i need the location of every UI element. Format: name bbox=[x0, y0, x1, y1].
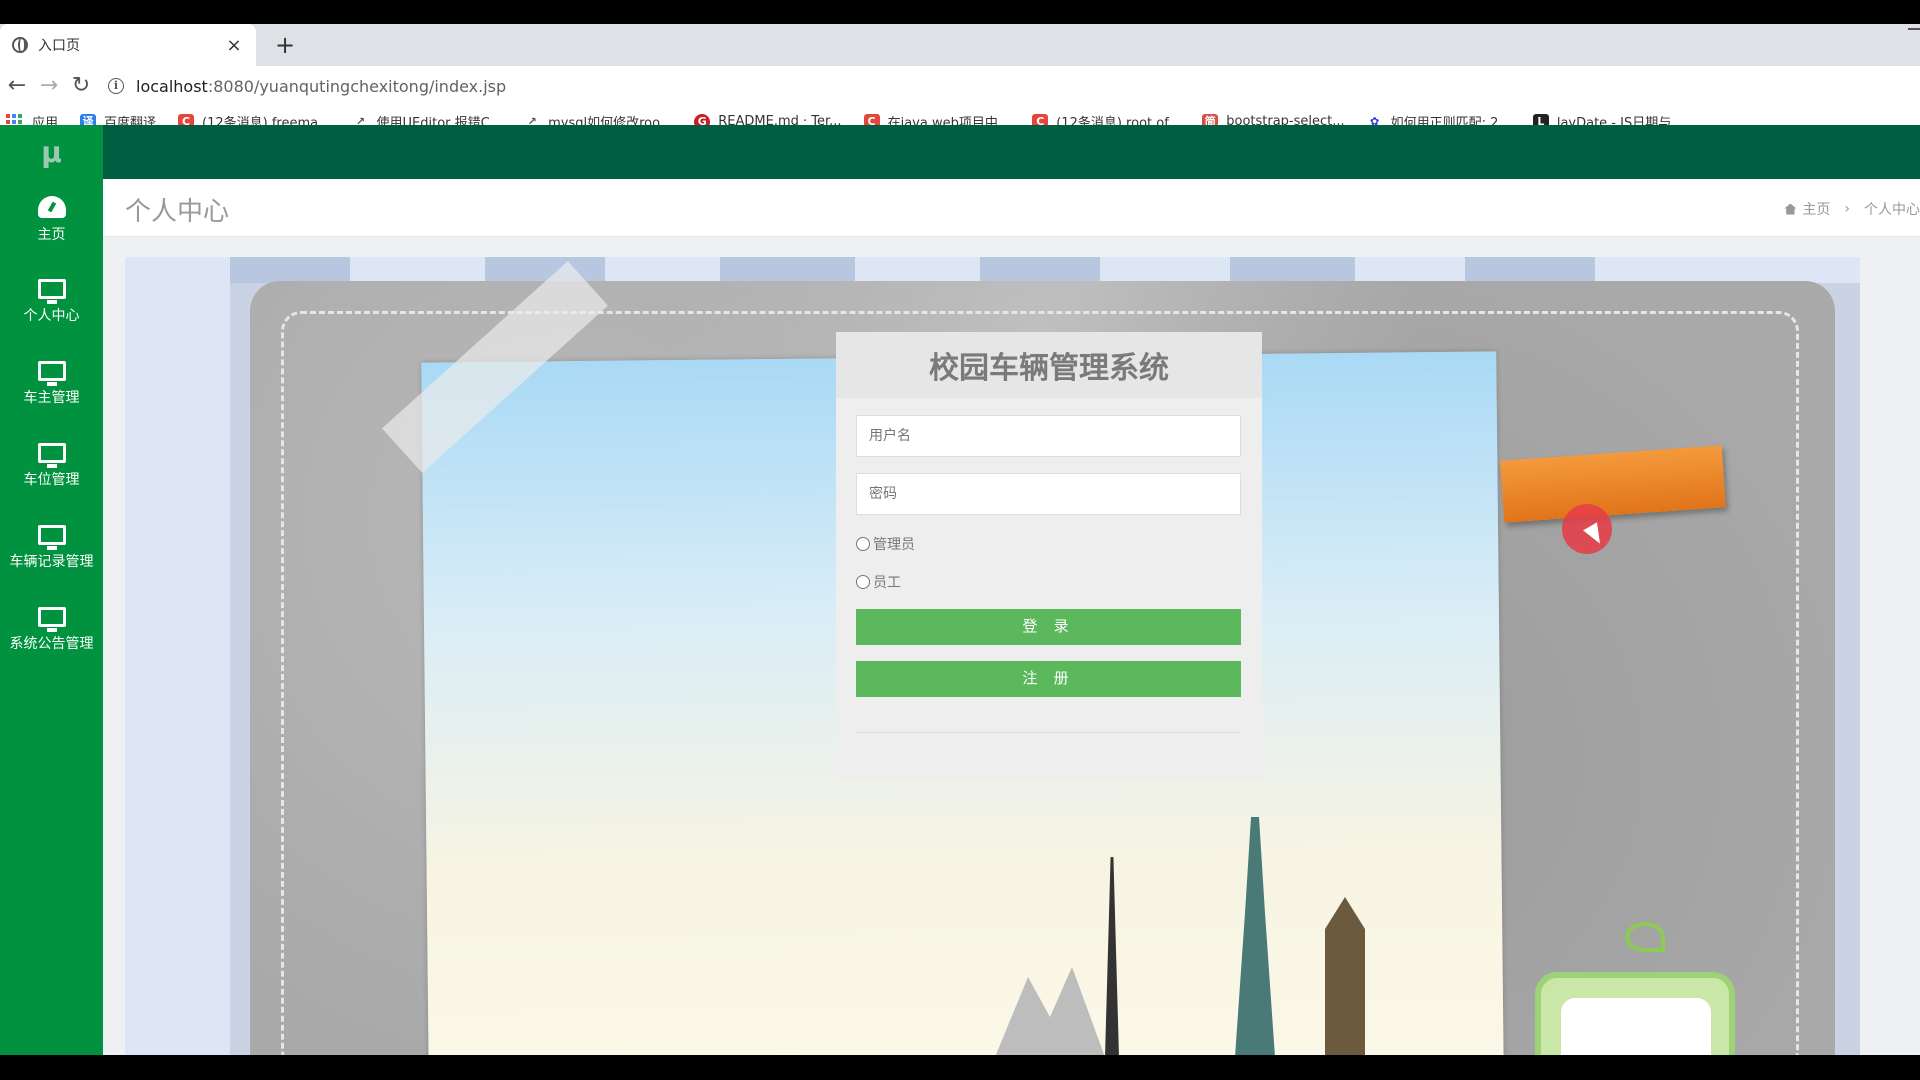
url-host: localhost bbox=[136, 76, 208, 96]
badge-inner bbox=[1561, 998, 1711, 1055]
globe-icon bbox=[12, 37, 28, 53]
monitor-icon bbox=[37, 525, 66, 550]
app-logo: μ bbox=[0, 125, 103, 179]
breadcrumb: 主页 › 个人中心 bbox=[1784, 199, 1920, 219]
login-panel: 校园车辆管理系统 管理员 员工 登 录 注 册 bbox=[836, 332, 1262, 780]
reload-button[interactable]: ↻ bbox=[66, 71, 96, 101]
sidebar-item-announcements[interactable]: 系统公告管理 bbox=[0, 589, 103, 671]
stripe-decoration bbox=[1465, 257, 1595, 283]
edu-badge-image bbox=[1535, 972, 1735, 1055]
username-input[interactable] bbox=[856, 415, 1241, 457]
stripe-decoration bbox=[980, 257, 1100, 283]
breadcrumb-separator: › bbox=[1844, 201, 1850, 217]
sprout-icon bbox=[1625, 922, 1665, 952]
tab-title: 入口页 bbox=[38, 38, 80, 54]
home-icon bbox=[1784, 203, 1797, 215]
sidebar-item-owners[interactable]: 车主管理 bbox=[0, 343, 103, 425]
statue-shape bbox=[1235, 817, 1275, 1055]
stripe-decoration bbox=[1230, 257, 1355, 283]
role-admin-radio[interactable] bbox=[856, 537, 870, 551]
sidebar-item-label: 车位管理 bbox=[23, 472, 80, 488]
sidebar-item-label: 主页 bbox=[37, 227, 66, 243]
browser-tab[interactable]: 入口页 × bbox=[0, 24, 256, 66]
content-header: 个人中心 主页 › 个人中心 bbox=[103, 179, 1920, 237]
monitor-icon bbox=[37, 279, 66, 304]
sidebar-item-vehicle-records[interactable]: 车辆记录管理 bbox=[0, 507, 103, 589]
monitor-icon bbox=[37, 607, 66, 632]
app-topbar bbox=[0, 125, 1920, 179]
sidebar-item-profile[interactable]: 个人中心 bbox=[0, 261, 103, 343]
browser-address-bar: ← → ↻ i localhost:8080/yuanqutingchexito… bbox=[0, 66, 1920, 106]
tab-close-icon[interactable]: × bbox=[224, 35, 244, 56]
sidebar: μ 主页 个人中心 车主管理 车位管理 车辆记录管理 系统公告管理 bbox=[0, 125, 103, 1055]
dashboard-icon bbox=[37, 196, 66, 218]
landmarks-image bbox=[965, 817, 1435, 1055]
sidebar-item-home[interactable]: 主页 bbox=[0, 179, 103, 261]
stripe-decoration bbox=[720, 257, 855, 283]
site-info-icon[interactable]: i bbox=[108, 78, 124, 94]
breadcrumb-current: 个人中心 bbox=[1864, 202, 1920, 218]
clock-tower-shape bbox=[1325, 897, 1365, 1055]
monitor-icon bbox=[37, 443, 66, 468]
role-staff-radio[interactable] bbox=[856, 575, 870, 589]
breadcrumb-home[interactable]: 主页 bbox=[1802, 199, 1830, 219]
sidebar-item-label: 个人中心 bbox=[23, 308, 80, 324]
url-field[interactable]: i localhost:8080/yuanqutingchexitong/ind… bbox=[108, 71, 1920, 101]
login-button[interactable]: 登 录 bbox=[856, 609, 1241, 645]
stripe-decoration bbox=[230, 257, 350, 283]
role-staff-option[interactable]: 员工 bbox=[856, 572, 901, 592]
url-path: :8080/yuanqutingchexitong/index.jsp bbox=[207, 76, 507, 96]
content-area: 校园车辆管理系统 管理员 员工 登 录 注 册 bbox=[103, 237, 1920, 1055]
stripe-decoration bbox=[485, 257, 605, 283]
sidebar-item-label: 系统公告管理 bbox=[9, 636, 94, 652]
opera-house-shape bbox=[995, 967, 1105, 1055]
page-title: 个人中心 bbox=[125, 197, 230, 227]
sidebar-item-parking-spaces[interactable]: 车位管理 bbox=[0, 425, 103, 507]
role-staff-label: 员工 bbox=[873, 575, 901, 591]
role-admin-label: 管理员 bbox=[873, 537, 915, 553]
embedded-login-frame: 校园车辆管理系统 管理员 员工 登 录 注 册 bbox=[125, 257, 1860, 1055]
login-title: 校园车辆管理系统 bbox=[836, 332, 1262, 398]
monitor-icon bbox=[37, 361, 66, 386]
new-tab-button[interactable]: + bbox=[270, 30, 300, 60]
web-page: μ 主页 个人中心 车主管理 车位管理 车辆记录管理 系统公告管理 个人中心 主… bbox=[0, 125, 1920, 1055]
login-divider bbox=[856, 732, 1241, 733]
forward-button[interactable]: → bbox=[34, 71, 64, 101]
back-button[interactable]: ← bbox=[2, 71, 32, 101]
window-minimize-icon[interactable] bbox=[1908, 28, 1920, 30]
browser-tabbar: 入口页 × + bbox=[0, 24, 1920, 66]
password-input[interactable] bbox=[856, 473, 1241, 515]
url-text: localhost:8080/yuanqutingchexitong/index… bbox=[136, 77, 506, 96]
eiffel-tower-shape bbox=[1105, 857, 1119, 1055]
screen: 入口页 × + ← → ↻ i localhost:8080/yuanqutin… bbox=[0, 0, 1920, 1080]
sidebar-item-label: 车主管理 bbox=[23, 390, 80, 406]
sidebar-item-label: 车辆记录管理 bbox=[9, 554, 94, 570]
register-button[interactable]: 注 册 bbox=[856, 661, 1241, 697]
role-admin-option[interactable]: 管理员 bbox=[856, 534, 915, 554]
